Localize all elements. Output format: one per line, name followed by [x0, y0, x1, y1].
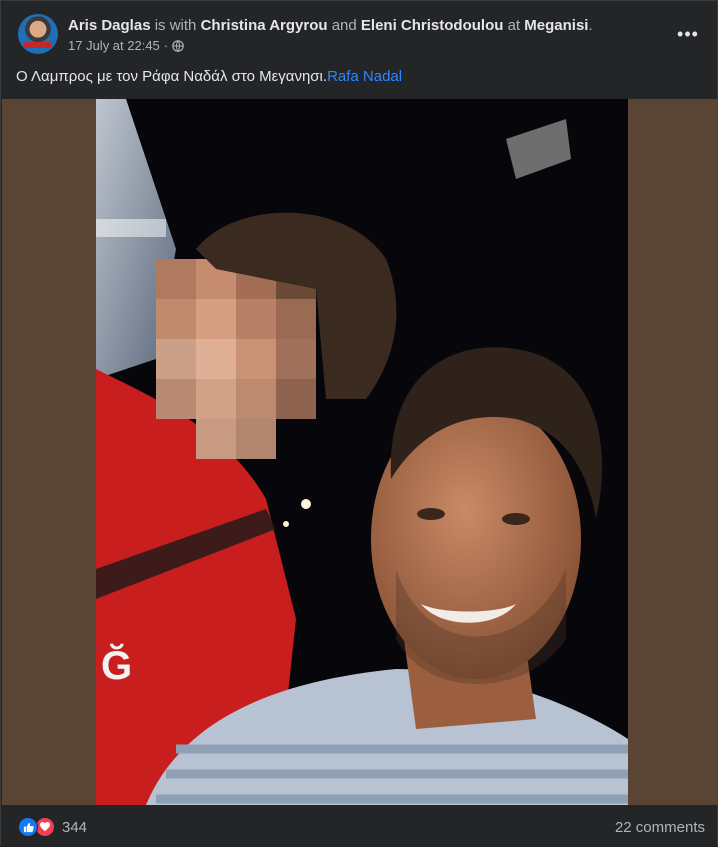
post-caption: Ο Λαμπρος με τον Ράφα Ναδάλ στο Μεγανησι… — [16, 68, 328, 85]
love-icon — [35, 817, 55, 837]
tagged-person-2[interactable]: Eleni Christodoulou — [361, 17, 504, 34]
more-options-icon[interactable]: ••• — [673, 19, 703, 49]
post-header: Aris Daglas is with Christina Argyrou an… — [1, 1, 717, 99]
globe-icon[interactable] — [172, 40, 184, 52]
with-text: is with — [154, 17, 197, 34]
photo-container[interactable]: Ğ — [2, 99, 718, 805]
post-title-line: Aris Daglas is with Christina Argyrou an… — [68, 16, 593, 35]
avatar-badge — [24, 42, 52, 48]
reaction-count[interactable]: 344 — [62, 819, 87, 836]
post-timestamp[interactable]: 17 July at 22:45 — [68, 38, 160, 54]
reactions-summary[interactable]: 344 — [18, 817, 87, 837]
author-name[interactable]: Aris Daglas — [68, 17, 151, 34]
author-avatar[interactable] — [18, 14, 58, 54]
reaction-icons — [18, 817, 56, 837]
mention-link[interactable]: Rafa Nadal — [327, 68, 402, 85]
post-text: Ο Λαμπρος με τον Ράφα Ναδάλ στο Μεγανησι… — [16, 67, 402, 87]
svg-text:Ğ: Ğ — [101, 642, 132, 688]
location-link[interactable]: Meganisi — [524, 17, 588, 34]
like-icon — [18, 817, 38, 837]
post-footer: 344 22 comments — [1, 807, 717, 847]
and-text: and — [331, 17, 357, 34]
at-text: at — [507, 17, 521, 34]
post-card: Aris Daglas is with Christina Argyrou an… — [0, 0, 718, 847]
title-period: . — [588, 17, 593, 34]
meta-separator: · — [163, 38, 169, 53]
tagged-person-1[interactable]: Christina Argyrou — [201, 17, 328, 34]
post-meta: 17 July at 22:45 · — [68, 38, 184, 54]
post-photo[interactable]: Ğ — [96, 99, 628, 805]
comments-count-link[interactable]: 22 comments — [615, 819, 705, 836]
